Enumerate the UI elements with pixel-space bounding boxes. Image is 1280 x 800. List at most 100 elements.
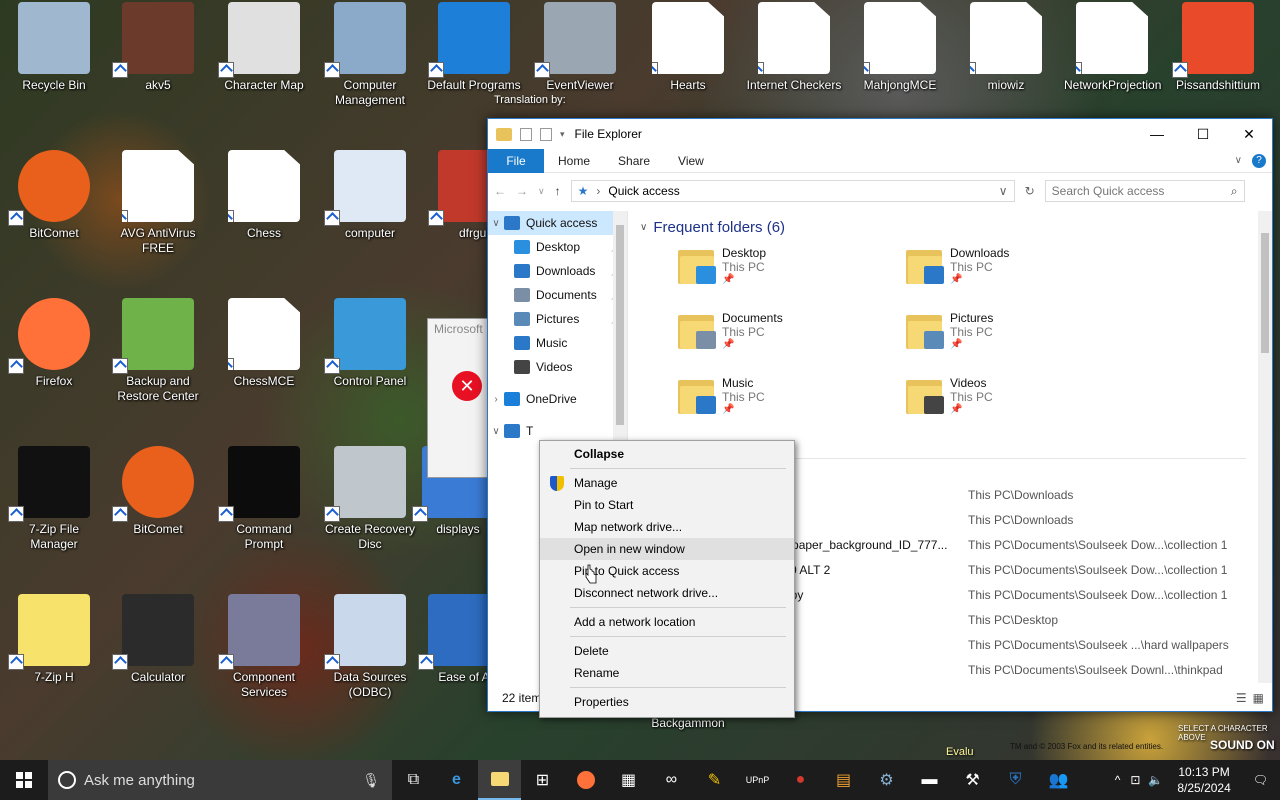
desktop-icon-data-sources-odbc-[interactable]: Data Sources (ODBC) — [322, 594, 418, 700]
nav-item-onedrive[interactable]: › OneDrive — [488, 387, 627, 411]
notes-icon[interactable]: ▤ — [822, 760, 865, 800]
upnp-icon[interactable]: UPnP — [736, 760, 779, 800]
close-button[interactable]: ✕ — [1226, 119, 1272, 149]
menu-item-add-a-network-location[interactable]: Add a network location — [540, 611, 794, 633]
nav-item-documents[interactable]: Documents📌 — [488, 283, 627, 307]
customize-toolbar-icon[interactable]: ▾ — [560, 129, 565, 140]
wrench-icon[interactable]: ⚒ — [951, 760, 994, 800]
new-folder-icon[interactable] — [540, 127, 552, 141]
store-icon[interactable]: ⊞ — [521, 760, 564, 800]
address-dropdown-icon[interactable]: ∨ — [999, 184, 1014, 198]
expand-arrow-icon[interactable]: ∨ — [488, 218, 504, 229]
red-app-icon[interactable]: ● — [779, 760, 822, 800]
nav-item-downloads[interactable]: Downloads📌 — [488, 259, 627, 283]
forward-arrow-icon[interactable]: → — [516, 184, 528, 198]
folder-tile-music[interactable]: Music This PC 📌 — [676, 376, 904, 424]
desktop-icon-mahjongmce[interactable]: MahjongMCE — [852, 2, 948, 93]
desktop-icon-computer[interactable]: computer — [322, 150, 418, 241]
people-icon[interactable]: 👥 — [1037, 760, 1080, 800]
tools-icon[interactable]: ⚙ — [865, 760, 908, 800]
desktop-icon-internet-checkers[interactable]: Internet Checkers — [746, 2, 842, 93]
film-icon[interactable]: ▦ — [607, 760, 650, 800]
address-bar[interactable]: ★ › Quick access ∨ — [570, 180, 1015, 202]
show-hidden-icons[interactable]: ^ — [1109, 773, 1127, 787]
folder-tile-documents[interactable]: Documents This PC 📌 — [676, 311, 904, 359]
desktop-icon-component-services[interactable]: Component Services — [216, 594, 312, 700]
desktop-icon-default-programs[interactable]: Default Programs — [426, 2, 522, 93]
shield-taskbar-icon[interactable]: ⛨ — [994, 760, 1037, 800]
binoculars-icon[interactable]: ∞ — [650, 760, 693, 800]
folder-tile-pictures[interactable]: Pictures This PC 📌 — [904, 311, 1132, 359]
menu-item-delete[interactable]: Delete — [540, 640, 794, 662]
desktop-icon-character-map[interactable]: Character Map — [216, 2, 312, 93]
menu-item-manage[interactable]: Manage — [540, 472, 794, 494]
desktop-icon-create-recovery-disc[interactable]: Create Recovery Disc — [322, 446, 418, 552]
title-bar[interactable]: ▾ File Explorer — ☐ ✕ — [488, 119, 1272, 149]
menu-item-pin-to-start[interactable]: Pin to Start — [540, 494, 794, 516]
menu-item-disconnect-network-drive[interactable]: Disconnect network drive... — [540, 582, 794, 604]
task-view-icon[interactable]: ⧉ — [392, 760, 435, 800]
menu-item-map-network-drive[interactable]: Map network drive... — [540, 516, 794, 538]
desktop-icon-chess[interactable]: Chess — [216, 150, 312, 241]
menu-item-properties[interactable]: Properties — [540, 691, 794, 713]
desktop-icon-avg-antivirus-free[interactable]: AVG AntiVirus FREE — [110, 150, 206, 256]
refresh-icon[interactable]: ↻ — [1025, 184, 1035, 198]
address-chevron-icon[interactable]: › — [596, 184, 600, 198]
action-center-icon[interactable]: 🗨 — [1241, 773, 1280, 787]
up-arrow-icon[interactable]: ↑ — [555, 184, 561, 198]
desktop-icon-control-panel[interactable]: Control Panel — [322, 298, 418, 389]
nav-item-videos[interactable]: Videos — [488, 355, 627, 379]
desktop-icon-command-prompt[interactable]: Command Prompt — [216, 446, 312, 552]
frequent-folders-header[interactable]: ∨ Frequent folders (6) — [640, 219, 1272, 236]
desktop-icon-backup-and-restore-center[interactable]: Backup and Restore Center — [110, 298, 206, 404]
network-icon[interactable]: ⊡ — [1126, 773, 1144, 787]
maximize-button[interactable]: ☐ — [1180, 119, 1226, 149]
desktop-icon-bitcomet[interactable]: BitComet — [6, 150, 102, 241]
large-icons-view-icon[interactable]: ▦ — [1253, 691, 1264, 705]
nav-item-desktop[interactable]: Desktop📌 — [488, 235, 627, 259]
recent-locations-icon[interactable]: ∨ — [538, 186, 545, 197]
firefox-taskbar-icon[interactable] — [564, 760, 607, 800]
tab-view[interactable]: View — [664, 149, 718, 173]
cortana-search-box[interactable]: Ask me anything 🎙 — [48, 760, 392, 800]
nav-item-music[interactable]: Music — [488, 331, 627, 355]
folder-tile-desktop[interactable]: Desktop This PC 📌 — [676, 246, 904, 294]
menu-item-open-in-new-window[interactable]: Open in new window — [540, 538, 794, 560]
search-input[interactable]: Search Quick access ⌕ — [1044, 180, 1245, 202]
desktop-icon-7-zip-h[interactable]: 7-Zip H — [6, 594, 102, 685]
nav-item-quick-access[interactable]: ∨ Quick access — [488, 211, 627, 235]
paint-icon[interactable]: ✎ — [693, 760, 736, 800]
back-arrow-icon[interactable]: ← — [494, 184, 506, 198]
clock[interactable]: 10:13 PM 8/25/2024 — [1167, 764, 1240, 796]
start-button[interactable] — [0, 760, 48, 800]
desktop-icon-calculator[interactable]: Calculator — [110, 594, 206, 685]
folder-tile-downloads[interactable]: Downloads This PC 📌 — [904, 246, 1132, 294]
desktop-icon-recycle-bin[interactable]: Recycle Bin — [6, 2, 102, 93]
desktop-icon-7-zip-file-manager[interactable]: 7-Zip File Manager — [6, 446, 102, 552]
properties-icon[interactable] — [520, 127, 532, 141]
collapse-group-icon[interactable]: ∨ — [640, 222, 647, 233]
menu-item-collapse[interactable]: Collapse — [540, 443, 794, 465]
desktop-icon-miowiz[interactable]: miowiz — [958, 2, 1054, 93]
desktop-icon-akv5[interactable]: akv5 — [110, 2, 206, 93]
error-dialog[interactable]: Microsoft ✕ — [427, 318, 489, 478]
desktop-icon-pissandshittium[interactable]: Pissandshittium — [1170, 2, 1266, 93]
edge-icon[interactable]: e — [435, 760, 478, 800]
file-explorer-taskbar-icon[interactable] — [478, 760, 521, 800]
content-scrollbar[interactable] — [1258, 211, 1272, 683]
desktop-icon-hearts[interactable]: Hearts — [640, 2, 736, 93]
truck-icon[interactable]: ▬ — [908, 760, 951, 800]
desktop-icon-chessmce[interactable]: ChessMCE — [216, 298, 312, 389]
microphone-icon[interactable]: 🎙 — [362, 772, 380, 789]
menu-item-pin-to-quick-access[interactable]: Pin to Quick access — [540, 560, 794, 582]
nav-item-pictures[interactable]: Pictures📌 — [488, 307, 627, 331]
minimize-button[interactable]: — — [1134, 119, 1180, 149]
desktop-icon-computer-management[interactable]: Computer Management — [322, 2, 418, 108]
expand-ribbon-icon[interactable]: ∨ — [1235, 155, 1242, 166]
desktop-icon-eventviewer[interactable]: EventViewer — [532, 2, 628, 93]
folder-tile-videos[interactable]: Videos This PC 📌 — [904, 376, 1132, 424]
tab-share[interactable]: Share — [604, 149, 664, 173]
expand-arrow-icon[interactable]: ∨ — [488, 426, 504, 437]
expand-arrow-icon[interactable]: › — [488, 394, 504, 405]
desktop-icon-firefox[interactable]: Firefox — [6, 298, 102, 389]
